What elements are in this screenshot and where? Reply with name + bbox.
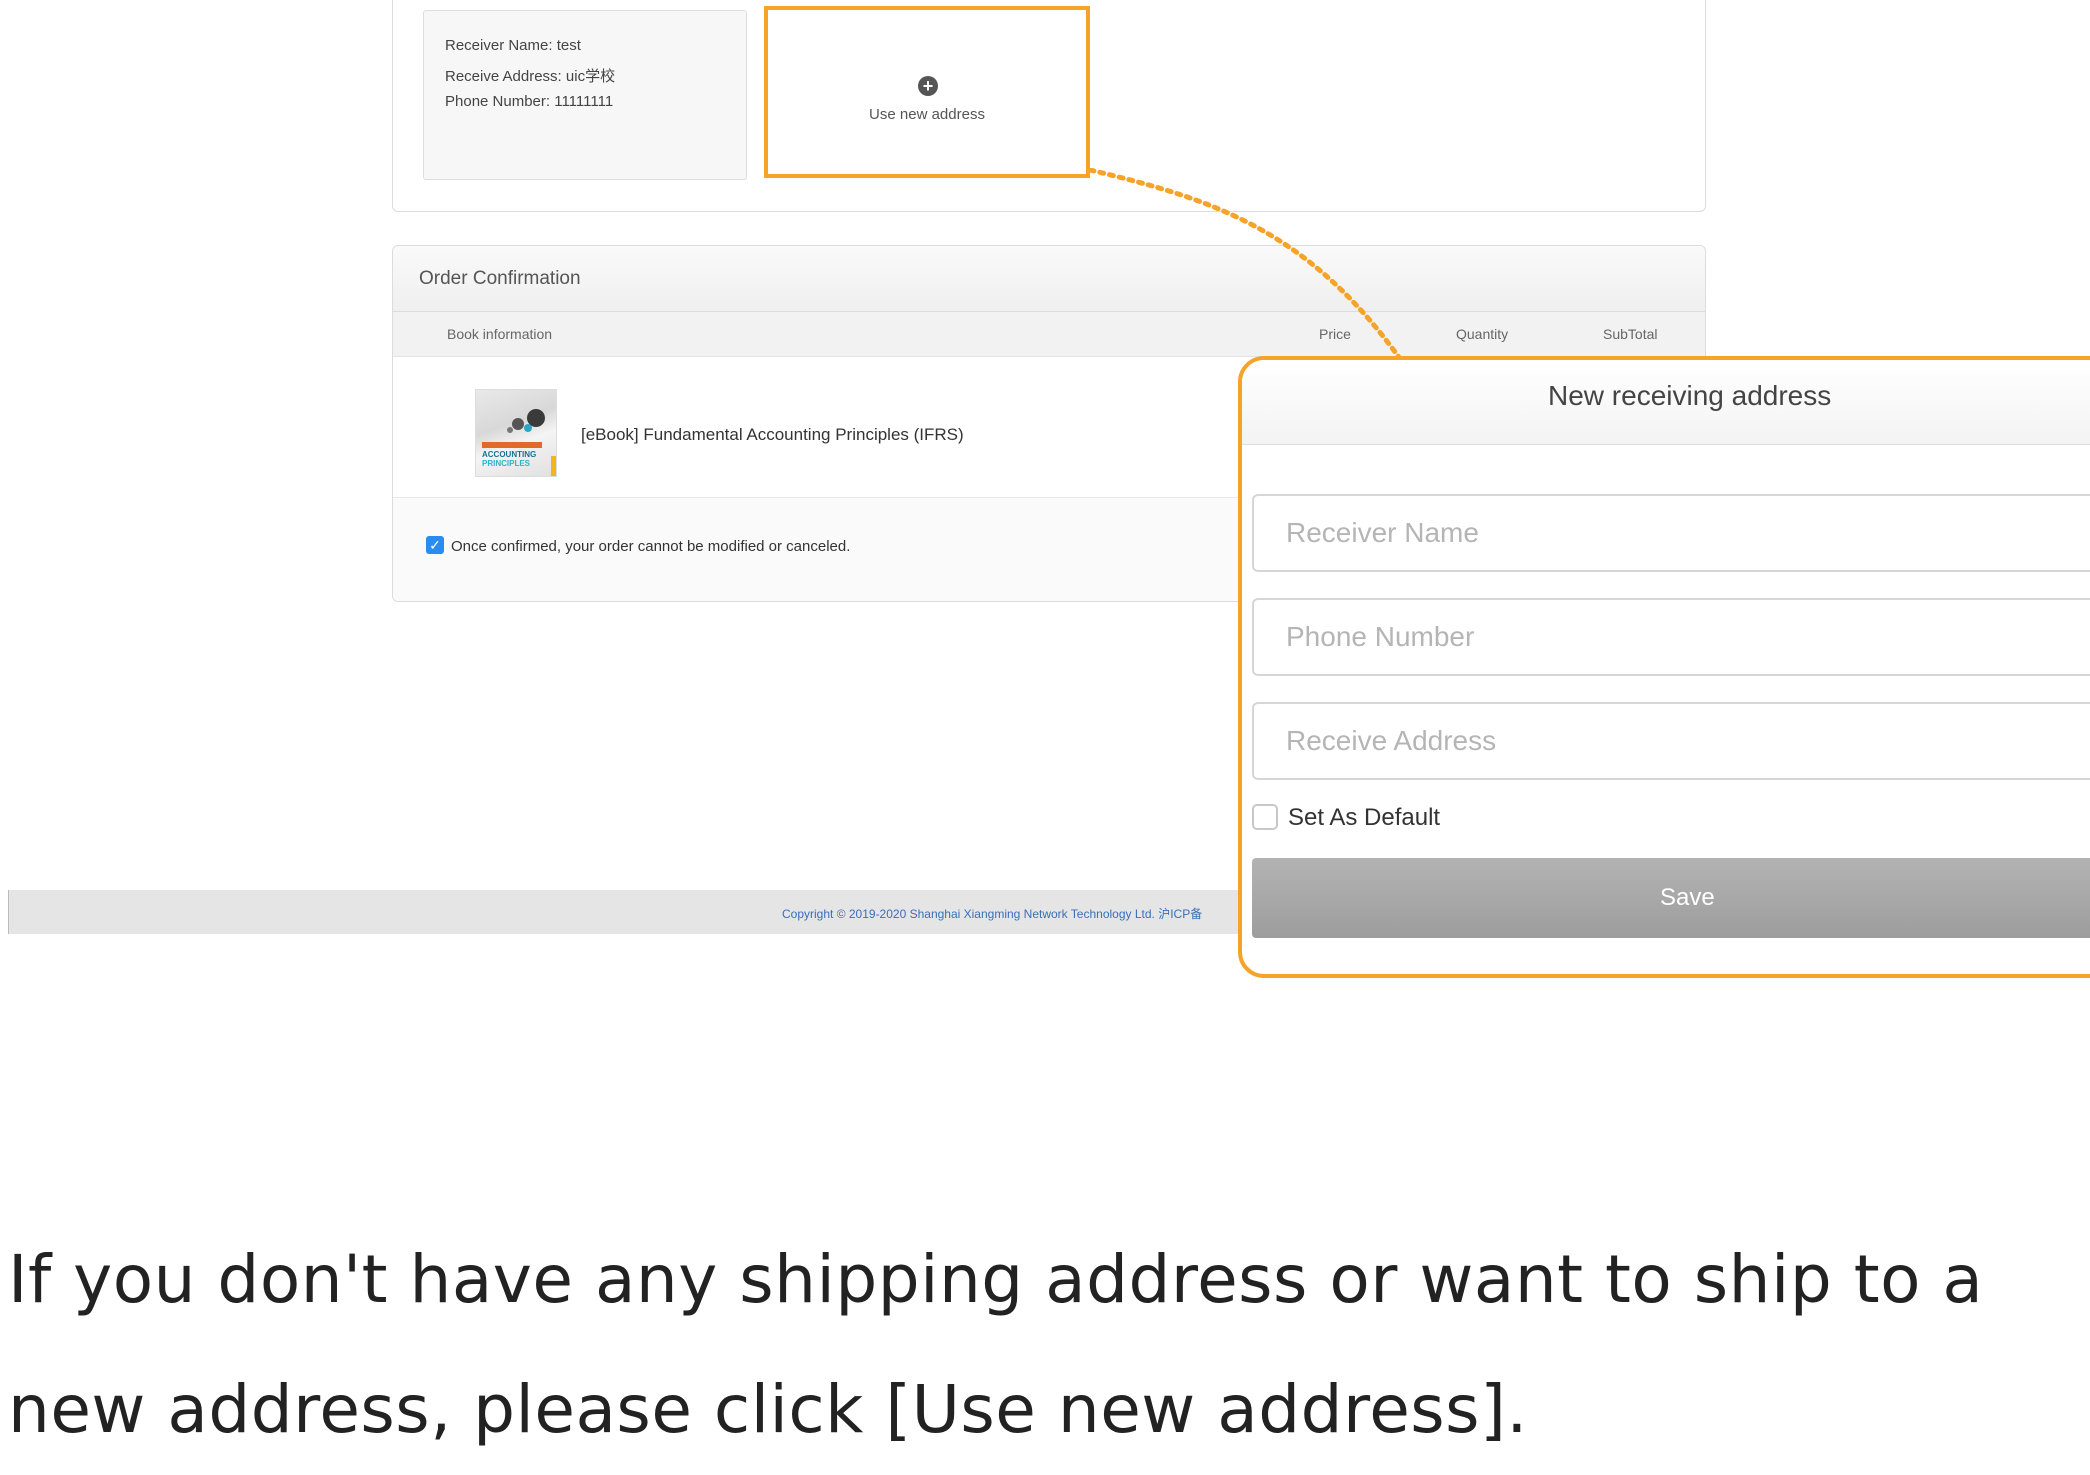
use-new-address-label: Use new address	[869, 106, 985, 123]
column-quantity: Quantity	[1456, 326, 1509, 342]
saved-phone-number: Phone Number: 11111111	[445, 93, 614, 110]
confirm-text: Once confirmed, your order cannot be mod…	[451, 538, 851, 555]
receive-address-input[interactable]	[1252, 702, 2090, 780]
order-header: Order Confirmation	[393, 246, 1705, 312]
confirm-checkbox[interactable]: ✓	[426, 536, 444, 554]
new-address-modal: New receiving address Set As Default Sav…	[1238, 356, 2090, 978]
column-book-information: Book information	[447, 326, 553, 342]
instruction-caption: If you don't have any shipping address o…	[8, 1241, 1984, 1448]
saved-receive-address: Receive Address: uic学校	[445, 68, 616, 85]
phone-number-input[interactable]	[1252, 598, 2090, 676]
receiver-name-input[interactable]	[1252, 494, 2090, 572]
save-button[interactable]: Save	[1252, 858, 2090, 938]
set-default-checkbox[interactable]	[1252, 804, 1278, 830]
book-cover-image: ACCOUNTING PRINCIPLES	[475, 389, 557, 477]
book-title[interactable]: [eBook] Fundamental Accounting Principle…	[581, 425, 964, 445]
set-default-label: Set As Default	[1288, 804, 1441, 831]
plus-circle-icon: +	[918, 76, 938, 96]
footer: Copyright © 2019-2020 Shanghai Xiangming…	[8, 890, 1241, 934]
order-title: Order Confirmation	[419, 268, 581, 289]
cover-text-2: PRINCIPLES	[482, 459, 531, 468]
saved-address-card[interactable]: Receiver Name: test Receive Address: uic…	[423, 10, 747, 180]
footer-copyright[interactable]: Copyright © 2019-2020 Shanghai Xiangming…	[782, 905, 1202, 922]
use-new-address-button[interactable]: + Use new address	[764, 6, 1090, 178]
order-columns-header: Book information Price Quantity SubTotal	[393, 312, 1705, 357]
saved-receiver-name: Receiver Name: test	[445, 37, 581, 54]
modal-header: New receiving address	[1242, 360, 2090, 445]
column-subtotal: SubTotal	[1603, 326, 1658, 342]
cover-text-1: ACCOUNTING	[482, 450, 537, 459]
cover-illustration	[507, 409, 545, 433]
cover-band	[482, 442, 542, 448]
modal-title: New receiving address	[1548, 380, 1832, 411]
cover-stripe	[551, 456, 556, 476]
callout-connector	[1088, 168, 1406, 366]
